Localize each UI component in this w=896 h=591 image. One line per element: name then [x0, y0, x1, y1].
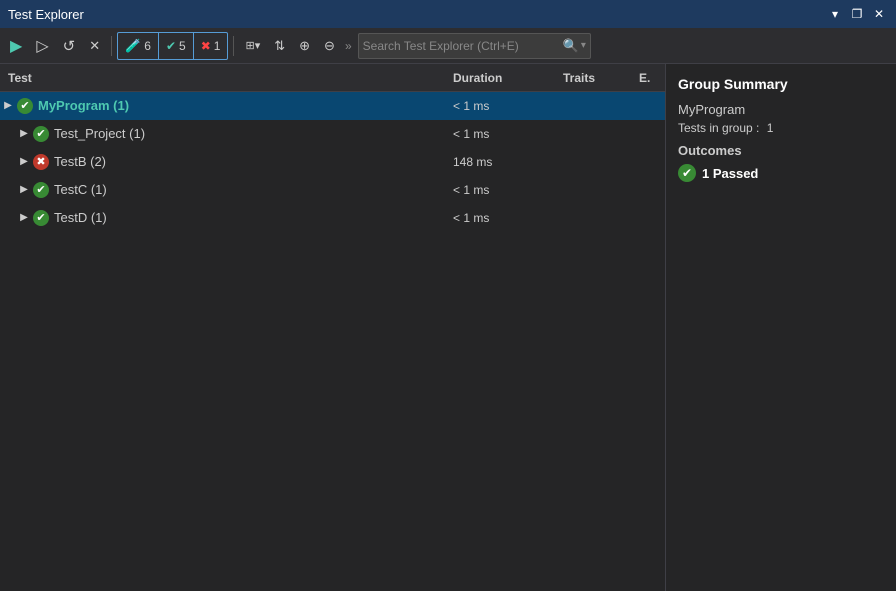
column-headers: Test Duration Traits E.: [0, 64, 665, 92]
toolbar-overflow: »: [345, 39, 352, 53]
outcome-passed-label: 1 Passed: [702, 166, 758, 181]
filter-all-button[interactable]: 🧪 6: [118, 33, 159, 59]
test-duration: < 1 ms: [445, 99, 555, 113]
col-header-traits: Traits: [555, 71, 635, 85]
expand-icon[interactable]: ▶: [16, 184, 32, 195]
window-controls: ▾ ❐ ✕: [826, 5, 888, 23]
filter-failed-button[interactable]: ✖ 1: [194, 33, 228, 59]
group-name: MyProgram: [678, 102, 884, 117]
test-list: ▶ ✔ MyProgram (1) < 1 ms ▶ ✔ Test_Projec…: [0, 92, 665, 591]
test-duration: < 1 ms: [445, 127, 555, 141]
check-icon: ✔: [33, 210, 49, 226]
expand-icon[interactable]: ▶: [16, 128, 32, 139]
search-input[interactable]: [363, 39, 563, 53]
check-circle-icon: ✔: [166, 39, 176, 53]
window-title: Test Explorer: [8, 7, 84, 22]
run-selected-button[interactable]: ▷: [30, 32, 54, 60]
rerun-button[interactable]: ↺: [57, 32, 82, 60]
filter-passed-count: 5: [179, 39, 186, 53]
close-button[interactable]: ✕: [870, 5, 888, 23]
outcomes-label: Outcomes: [678, 143, 884, 158]
maximize-button[interactable]: ❐: [848, 5, 866, 23]
filter-passed-button[interactable]: ✔ 5: [159, 33, 194, 59]
test-name: Test_Project (1): [54, 126, 445, 141]
search-box[interactable]: 🔍 ▾: [358, 33, 591, 59]
status-icon-pass: ✔: [16, 97, 34, 115]
check-icon: ✔: [33, 126, 49, 142]
test-row[interactable]: ▶ ✖ TestB (2) 148 ms: [0, 148, 665, 176]
test-row[interactable]: ▶ ✔ Test_Project (1) < 1 ms: [0, 120, 665, 148]
expand-icon[interactable]: ▶: [16, 212, 32, 223]
error-icon: ✖: [33, 154, 49, 170]
filter-failed-count: 1: [214, 39, 221, 53]
test-duration: 148 ms: [445, 155, 555, 169]
status-icon-pass: ✔: [32, 209, 50, 227]
search-icon: 🔍: [563, 38, 579, 54]
outcome-check-icon: ✔: [678, 164, 696, 182]
test-name: TestB (2): [54, 154, 445, 169]
flask-icon: 🧪: [125, 38, 141, 54]
test-name: TestC (1): [54, 182, 445, 197]
group-by-button[interactable]: ⊞▾: [239, 32, 266, 60]
group-summary-title: Group Summary: [678, 76, 884, 92]
test-row[interactable]: ▶ ✔ TestC (1) < 1 ms: [0, 176, 665, 204]
filter-all-count: 6: [144, 39, 151, 53]
check-icon: ✔: [17, 98, 33, 114]
sort-button[interactable]: ⇅: [268, 32, 291, 60]
outcome-passed: ✔ 1 Passed: [678, 164, 884, 182]
group-summary-panel: Group Summary MyProgram Tests in group :…: [666, 64, 896, 591]
separator-1: [111, 36, 112, 56]
tests-in-group-label: Tests in group : 1: [678, 121, 884, 135]
test-panel: Test Duration Traits E. ▶ ✔ MyProgram (1…: [0, 64, 666, 591]
expand-button[interactable]: ⊕: [293, 32, 316, 60]
status-icon-pass: ✔: [32, 125, 50, 143]
col-header-duration: Duration: [445, 71, 555, 85]
col-header-e: E.: [635, 71, 665, 85]
collapse-button[interactable]: ⊖: [318, 32, 341, 60]
x-circle-icon: ✖: [201, 39, 211, 53]
toolbar: ▶ ▷ ↺ ✕ 🧪 6 ✔ 5 ✖ 1 ⊞▾ ⇅ ⊕ ⊖ » 🔍 ▾: [0, 28, 896, 64]
minimize-button[interactable]: ▾: [826, 5, 844, 23]
col-header-test: Test: [0, 71, 445, 85]
test-row[interactable]: ▶ ✔ TestD (1) < 1 ms: [0, 204, 665, 232]
test-name: MyProgram (1): [38, 98, 445, 113]
separator-2: [233, 36, 234, 56]
test-duration: < 1 ms: [445, 211, 555, 225]
search-dropdown-icon[interactable]: ▾: [581, 40, 586, 51]
title-bar: Test Explorer ▾ ❐ ✕: [0, 0, 896, 28]
main-content: Test Duration Traits E. ▶ ✔ MyProgram (1…: [0, 64, 896, 591]
check-icon: ✔: [33, 182, 49, 198]
test-duration: < 1 ms: [445, 183, 555, 197]
filter-button-group: 🧪 6 ✔ 5 ✖ 1: [117, 32, 228, 60]
test-name: TestD (1): [54, 210, 445, 225]
run-all-button[interactable]: ▶: [4, 32, 28, 60]
cancel-button[interactable]: ✕: [83, 32, 106, 60]
status-icon-fail: ✖: [32, 153, 50, 171]
test-row[interactable]: ▶ ✔ MyProgram (1) < 1 ms: [0, 92, 665, 120]
expand-icon[interactable]: ▶: [0, 100, 16, 111]
expand-icon[interactable]: ▶: [16, 156, 32, 167]
status-icon-pass: ✔: [32, 181, 50, 199]
